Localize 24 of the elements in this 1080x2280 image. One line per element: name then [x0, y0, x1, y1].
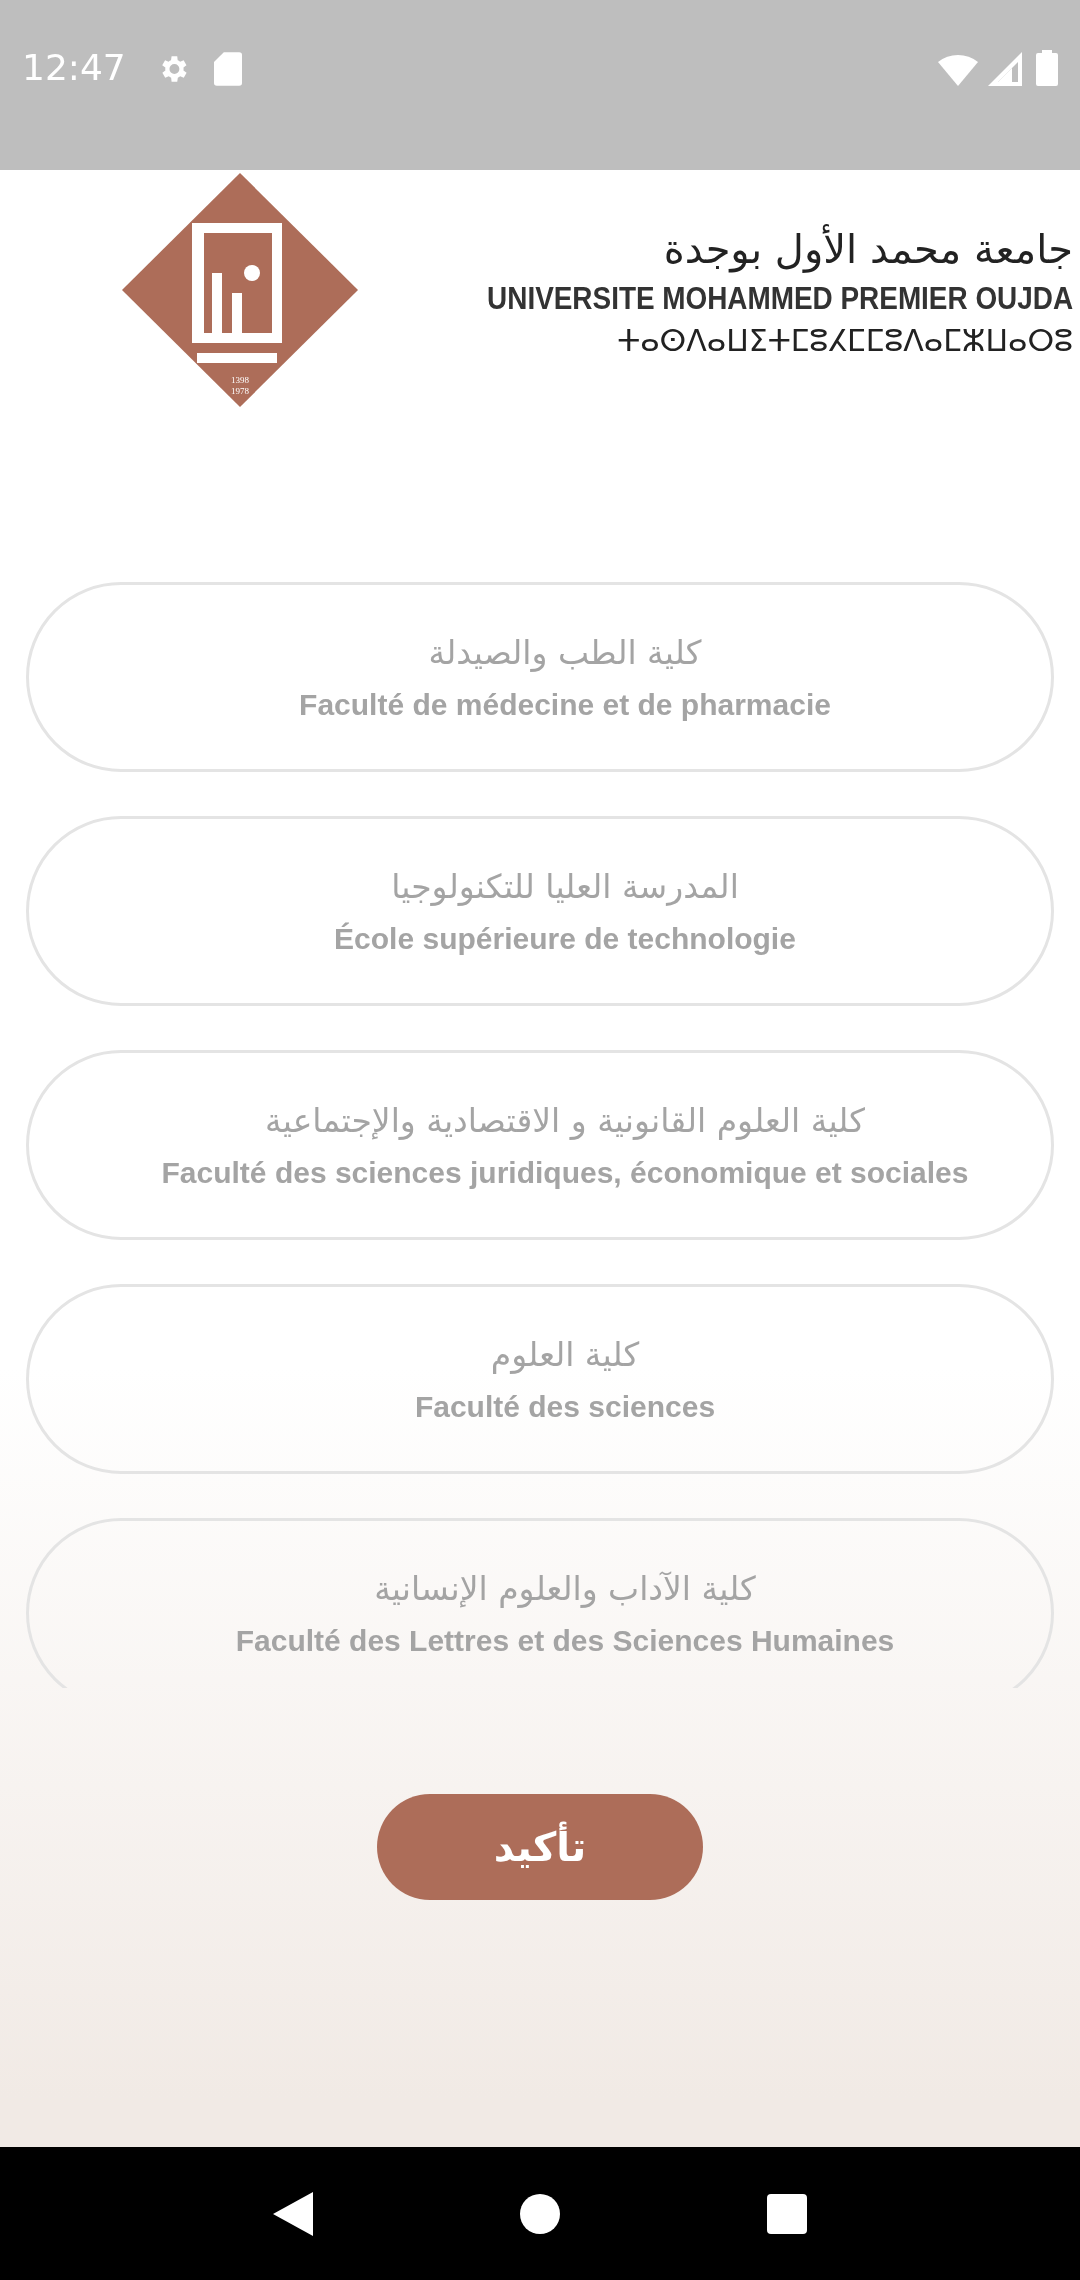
faculty-arabic-name: كلية العلوم	[490, 1334, 640, 1374]
logo-year: 1398	[231, 375, 249, 385]
faculty-arabic-name: كلية العلوم القانونية و الاقتصادية والإجتماعية	[265, 1100, 865, 1140]
home-icon[interactable]	[520, 2193, 560, 2234]
university-latin-name: UNIVERSITE MOHAMMED PREMIER OUJDA	[487, 280, 1074, 317]
faculty-french-name: École supérieure de technologie	[334, 921, 796, 956]
faculty-french-name: Faculté des sciences	[414, 1389, 716, 1424]
faculty-french-name: Faculté des sciences juridiques, économique et sociales	[161, 1155, 969, 1190]
status-time: 12:47	[22, 46, 126, 90]
sd-card-icon	[213, 52, 242, 86]
faculty-french-name: Faculté de médecine et de pharmacie	[299, 687, 831, 722]
confirm-button[interactable]: تأكيد	[377, 1794, 703, 1900]
battery-icon	[1036, 50, 1058, 86]
faculty-french-name: Faculté des Lettres et des Sciences Humaines	[235, 1623, 895, 1658]
faculty-arabic-name: المدرسة العليا للتكنولوجيا	[391, 866, 739, 906]
signal-icon	[988, 52, 1022, 86]
university-tifinagh-name: ⵜⴰⵙⴷⴰⵡⵉⵜⵎⵓⵃⵎⵎⵓⴷⴰⵎⵣⵡⴰⵔⵓ	[617, 322, 1074, 358]
back-icon[interactable]	[273, 2191, 314, 2236]
university-arabic-name: جامعة محمد الأول بوجدة	[663, 223, 1074, 275]
faculty-arabic-name: كلية الآداب والعلوم الإنسانية	[374, 1568, 756, 1608]
logo-year: 1978	[231, 386, 249, 396]
faculty-arabic-name: كلية الطب والصيدلة	[428, 632, 702, 672]
wifi-icon	[938, 54, 978, 86]
recents-icon[interactable]	[766, 2193, 807, 2234]
